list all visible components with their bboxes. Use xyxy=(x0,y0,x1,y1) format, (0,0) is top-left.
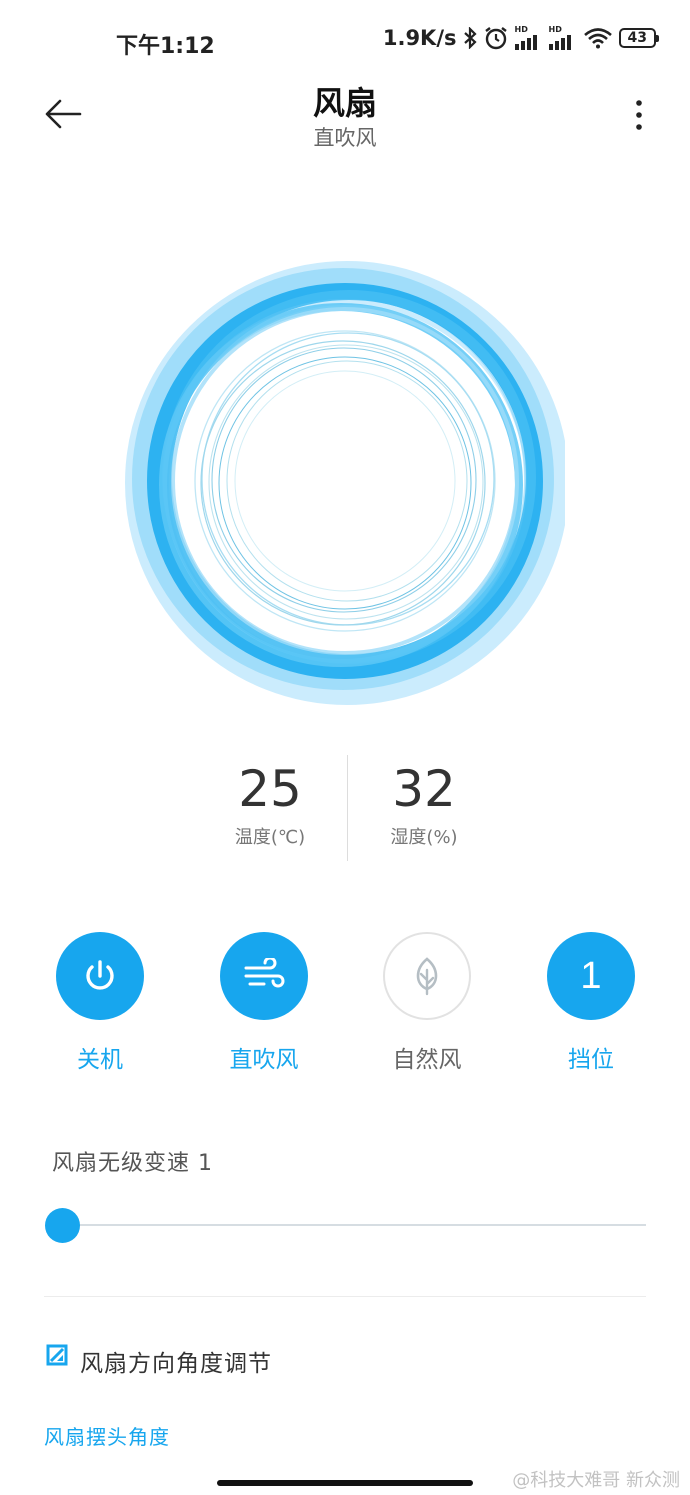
natural-wind-label: 自然风 xyxy=(392,1047,462,1073)
power-label: 关机 xyxy=(77,1047,123,1073)
more-vertical-icon xyxy=(636,100,642,130)
speed-slider-track[interactable] xyxy=(62,1224,646,1226)
direct-wind-label: 直吹风 xyxy=(229,1047,299,1073)
temperature-value: 25 xyxy=(238,760,302,818)
direct-wind-button[interactable] xyxy=(220,932,308,1020)
humidity-value: 32 xyxy=(392,760,456,818)
page-title: 风扇 xyxy=(312,84,377,122)
battery-icon: 43 xyxy=(618,28,660,48)
humidity-label: 湿度(%) xyxy=(390,827,458,848)
signal-icon xyxy=(514,35,537,50)
gear-button[interactable]: 1 xyxy=(547,932,635,1020)
speed-slider-title: 风扇无级变速 1 xyxy=(52,1151,213,1176)
signal-1: HD xyxy=(514,26,543,50)
leaf-icon xyxy=(416,957,438,996)
angle-adjust-icon xyxy=(46,1344,68,1366)
signal-icon xyxy=(548,35,571,50)
speed-slider-thumb[interactable] xyxy=(44,1208,80,1243)
section-divider xyxy=(44,1296,646,1297)
swing-angle-link[interactable]: 风扇摆头角度 xyxy=(44,1421,170,1450)
signal-2: HD xyxy=(548,26,577,50)
temperature-label: 温度(℃) xyxy=(234,827,306,848)
power-button[interactable] xyxy=(56,932,144,1020)
status-time: 下午1:12 xyxy=(116,34,215,59)
bluetooth-icon xyxy=(463,27,477,49)
natural-wind-button[interactable] xyxy=(383,932,471,1020)
status-icons: 1.9K/s HD HD 43 xyxy=(382,26,660,50)
sensor-divider xyxy=(347,755,348,861)
alarm-icon xyxy=(484,27,507,50)
watermark: @科技大难哥 新众测 xyxy=(512,1470,680,1491)
wifi-icon xyxy=(583,28,612,49)
power-icon xyxy=(86,960,114,990)
gear-value: 1 xyxy=(580,954,602,997)
gear-label: 挡位 xyxy=(568,1047,614,1073)
wind-icon xyxy=(244,958,285,988)
network-speed: 1.9K/s xyxy=(382,26,457,50)
page-subtitle: 直吹风 xyxy=(313,126,377,150)
direction-title: 风扇方向角度调节 xyxy=(80,1351,272,1377)
fan-status-ring xyxy=(125,255,569,705)
home-indicator[interactable] xyxy=(217,1480,473,1486)
more-button[interactable] xyxy=(624,96,654,136)
